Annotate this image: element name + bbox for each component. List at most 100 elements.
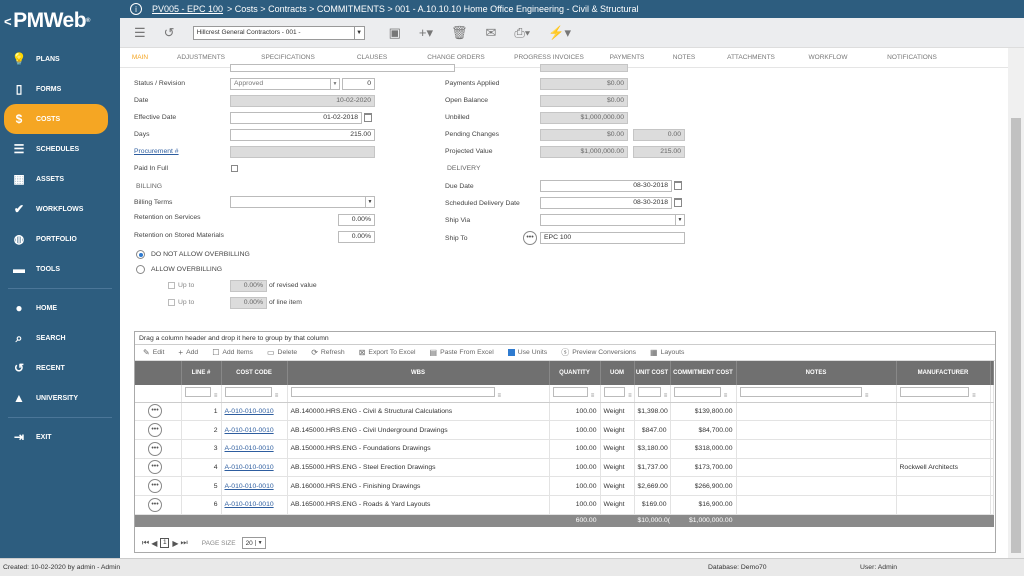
scheduled-delivery-field[interactable]: 08-30-2018 xyxy=(540,197,672,209)
table-row[interactable]: ••• 2 A-010-010-0010 AB.145000.HRS.ENG - Ci… xyxy=(135,420,994,440)
sidebar-item-portfolio[interactable]: ◍ PORTFOLIO xyxy=(4,224,108,254)
info-icon[interactable]: i xyxy=(130,3,142,15)
sidebar-item-workflows[interactable]: ✔ WORKFLOWS xyxy=(4,194,108,224)
ship-to-field[interactable]: EPC 100 xyxy=(540,232,685,244)
list-icon[interactable]: ☰ xyxy=(134,25,146,41)
cell-code[interactable]: A-010-010-0010 xyxy=(221,420,288,440)
sidebar-item-search[interactable]: ⌕ SEARCH xyxy=(4,323,108,353)
filter-input[interactable] xyxy=(224,387,272,398)
email-icon[interactable]: ✉ xyxy=(486,25,497,41)
tab-payments[interactable]: PAYMENTS xyxy=(602,54,652,61)
prev-page-icon[interactable]: ◀ xyxy=(151,539,157,548)
column-header-unit-cost[interactable]: UNIT COST xyxy=(634,361,671,385)
row-options-icon[interactable]: ••• xyxy=(148,423,162,438)
delete-button[interactable]: ▭ Delete xyxy=(267,348,297,357)
edit-button[interactable]: ✎ Edit xyxy=(143,348,164,357)
effective-date-field[interactable]: 01-02-2018 xyxy=(230,112,362,124)
days-field[interactable]: 215.00 xyxy=(230,129,375,141)
tab-notes[interactable]: NOTES xyxy=(665,54,703,61)
procurement-link[interactable]: Procurement # xyxy=(134,148,179,155)
next-page-icon[interactable]: ▶ xyxy=(172,539,178,548)
column-header-manufacturer[interactable]: MANUFACTURER xyxy=(896,361,991,385)
row-options-icon[interactable]: ••• xyxy=(148,497,162,512)
due-date-field[interactable]: 08-30-2018 xyxy=(540,180,672,192)
row-options-icon[interactable]: ••• xyxy=(148,479,162,494)
cell-code[interactable]: A-010-010-0010 xyxy=(221,458,288,478)
lightning-icon[interactable]: ⚡▾ xyxy=(548,25,571,41)
row-options-icon[interactable]: ••• xyxy=(148,441,162,456)
sidebar-item-schedules[interactable]: ☰ SCHEDULES xyxy=(4,134,108,164)
filter-icon[interactable]: ≡ xyxy=(591,393,595,399)
paste-from-excel-button[interactable]: ▤ Paste From Excel xyxy=(430,348,494,357)
sidebar-item-forms[interactable]: ▯ FORMS xyxy=(4,74,108,104)
filter-icon[interactable]: ≡ xyxy=(275,393,279,399)
refresh-button[interactable]: ⟳ Refresh xyxy=(311,348,345,357)
filter-icon[interactable]: ≡ xyxy=(724,393,728,399)
filter-icon[interactable]: ≡ xyxy=(214,393,218,399)
save-icon[interactable]: ▣ xyxy=(389,25,401,41)
sidebar-item-university[interactable]: ▲ UNIVERSITY xyxy=(4,383,108,413)
table-row[interactable]: ••• 5 A-010-010-0010 AB.160000.HRS.ENG - Fi… xyxy=(135,476,994,496)
retention-materials-field[interactable]: 0.00% xyxy=(338,231,375,243)
sidebar-item-assets[interactable]: ▦ ASSETS xyxy=(4,164,108,194)
sidebar-item-plans[interactable]: 💡 PLANS xyxy=(4,44,108,74)
filter-input[interactable] xyxy=(899,387,970,398)
filter-input[interactable] xyxy=(739,387,862,398)
column-header-uom[interactable]: UOM xyxy=(600,361,635,385)
sidebar-item-tools[interactable]: ▬ TOOLS xyxy=(4,254,108,284)
column-header-line-[interactable]: LINE # xyxy=(181,361,222,385)
calendar-icon[interactable] xyxy=(674,181,682,190)
filter-input[interactable] xyxy=(603,387,626,398)
tab-notifications[interactable]: NOTIFICATIONS xyxy=(870,54,954,61)
filter-icon[interactable]: ≡ xyxy=(498,393,502,399)
table-row[interactable]: ••• 6 A-010-010-0010 AB.165000.HRS.ENG - Ro… xyxy=(135,495,994,515)
allow-overbilling-radio[interactable] xyxy=(136,265,145,274)
no-overbilling-radio[interactable] xyxy=(136,250,145,259)
column-header-commitment-cost[interactable]: COMMITMENT COST xyxy=(670,361,737,385)
history-icon[interactable]: ↺ xyxy=(164,25,175,41)
billing-terms-select[interactable]: ▼ xyxy=(230,196,375,208)
table-row[interactable]: ••• 4 A-010-010-0010 AB.155000.HRS.ENG - St… xyxy=(135,458,994,478)
ship-via-select[interactable]: ▼ xyxy=(540,214,685,226)
sidebar-item-costs[interactable]: $ COSTS xyxy=(4,104,108,134)
tab-specifications[interactable]: SPECIFICATIONS xyxy=(248,54,328,61)
status-select[interactable]: Approved ▼ xyxy=(230,78,340,90)
breadcrumb-project-link[interactable]: PV005 - EPC 100 xyxy=(152,4,223,14)
group-drop-zone[interactable]: Drag a column header and drop it here to… xyxy=(135,332,995,345)
table-row[interactable]: ••• 3 A-010-010-0010 AB.150000.HRS.ENG - Fo… xyxy=(135,439,994,459)
sidebar-item-home[interactable]: ● HOME xyxy=(4,293,108,323)
row-options-icon[interactable]: ••• xyxy=(148,404,162,419)
page-size-select[interactable]: 20 ▼ xyxy=(241,537,266,549)
tab-main[interactable]: MAIN xyxy=(126,54,154,61)
vertical-scrollbar[interactable] xyxy=(1008,48,1024,558)
cell-code[interactable]: A-010-010-0010 xyxy=(221,476,288,496)
table-row[interactable]: ••• 1 A-010-010-0010 AB.140000.HRS.ENG - Ci… xyxy=(135,402,994,422)
column-header-wbs[interactable]: WBS xyxy=(287,361,550,385)
more-options-icon[interactable]: ••• xyxy=(523,231,537,245)
tab-change-orders[interactable]: CHANGE ORDERS xyxy=(416,54,496,61)
layouts-button[interactable]: ▦ Layouts xyxy=(650,348,684,357)
filter-input[interactable] xyxy=(552,387,588,398)
calendar-icon[interactable] xyxy=(364,113,372,122)
cell-code[interactable]: A-010-010-0010 xyxy=(221,439,288,459)
upto-line-checkbox[interactable] xyxy=(168,299,175,306)
add-items-button[interactable]: ☐ Add Items xyxy=(212,348,253,357)
column-header-notes[interactable]: NOTES xyxy=(736,361,897,385)
filter-icon[interactable]: ≡ xyxy=(865,393,869,399)
cutoff-field[interactable] xyxy=(230,64,455,72)
last-page-icon[interactable]: ⏭ xyxy=(181,538,188,548)
filter-icon[interactable]: ≡ xyxy=(972,393,976,399)
add-button[interactable]: + Add xyxy=(178,348,198,357)
pmweb-logo[interactable]: < PMWeb ® xyxy=(0,0,120,42)
retention-services-field[interactable]: 0.00% xyxy=(338,214,375,226)
use-units-checkbox[interactable]: Use Units xyxy=(507,349,547,356)
filter-icon[interactable]: ≡ xyxy=(628,393,632,399)
filter-input[interactable] xyxy=(637,387,661,398)
add-icon[interactable]: +▾ xyxy=(419,25,433,41)
tab-clauses[interactable]: CLAUSES xyxy=(341,54,403,61)
filter-input[interactable] xyxy=(673,387,721,398)
tab-progress-invoices[interactable]: PROGRESS INVOICES xyxy=(509,54,589,61)
revision-field[interactable]: 0 xyxy=(342,78,375,90)
column-header-quantity[interactable]: QUANTITY xyxy=(549,361,601,385)
upto-revised-checkbox[interactable] xyxy=(168,282,175,289)
